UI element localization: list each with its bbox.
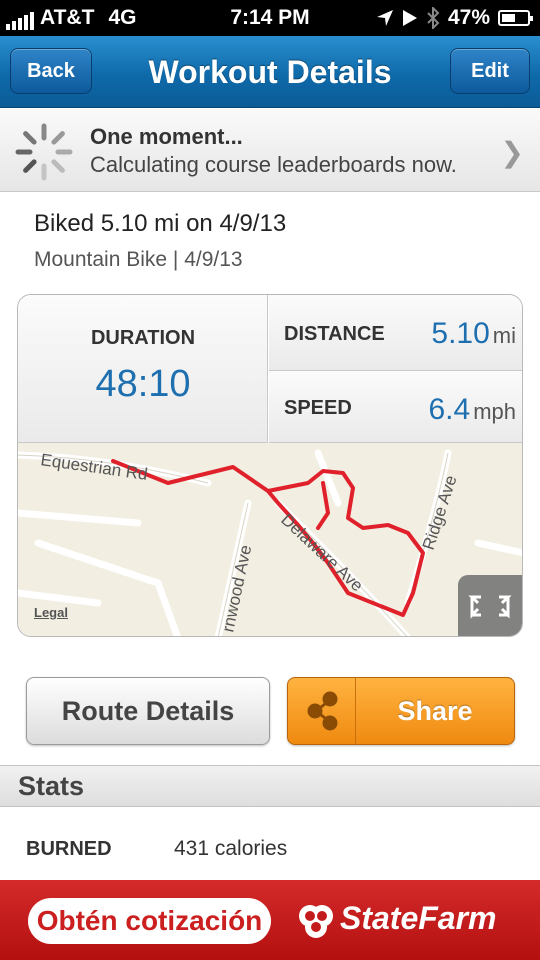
- expand-map-button[interactable]: [458, 575, 522, 636]
- leaderboard-banner[interactable]: One moment... Calculating course leaderb…: [0, 108, 540, 192]
- duration-cell: DURATION 48:10: [18, 295, 268, 443]
- workout-title: Biked 5.10 mi on 4/9/13: [34, 210, 287, 237]
- play-icon: [402, 10, 417, 26]
- expand-icon: [468, 595, 512, 619]
- status-right: 47%: [376, 6, 533, 30]
- share-icon-box: [288, 678, 356, 744]
- speed-cell: SPEED 6.4 mph: [269, 371, 522, 443]
- street-label: rnwood Ave: [218, 543, 255, 634]
- duration-label: DURATION: [90, 327, 196, 349]
- nav-bar: Back Workout Details Edit: [0, 36, 540, 108]
- street-label: Equestrian Rd: [39, 450, 148, 484]
- duration-value: 48:10: [95, 363, 191, 405]
- bluetooth-icon: [427, 7, 440, 29]
- share-label: Share: [397, 695, 473, 726]
- ad-brand: StateFarm: [340, 900, 497, 936]
- speed-value: 6.4: [428, 393, 471, 426]
- distance-unit: mi: [492, 323, 516, 348]
- workout-summary-card: DURATION 48:10 DISTANCE 5.10 mi SPEED 6.4…: [17, 294, 523, 637]
- ad-cta-button[interactable]: Obtén cotización: [28, 898, 271, 944]
- statefarm-logo-icon: [299, 905, 333, 938]
- distance-value: 5.10: [431, 317, 490, 350]
- burned-label: BURNED: [26, 838, 112, 860]
- speed-label: SPEED: [284, 397, 352, 419]
- loading-spinner-icon: [15, 123, 73, 181]
- edit-button[interactable]: Edit: [450, 48, 530, 94]
- battery-icon: [498, 10, 533, 26]
- map-legal-link[interactable]: Legal: [34, 605, 68, 620]
- battery-percent: 47%: [447, 6, 490, 29]
- banner-message: Calculating course leaderboards now.: [90, 152, 457, 177]
- workout-subtitle: Mountain Bike | 4/9/13: [34, 248, 243, 271]
- stats-heading: Stats: [18, 771, 85, 801]
- chevron-right-icon: ❯: [500, 137, 524, 168]
- share-icon: [307, 691, 338, 731]
- route-map[interactable]: Equestrian Rd rnwood Ave Delaware Ave Ri…: [18, 443, 522, 636]
- distance-cell: DISTANCE 5.10 mi: [269, 295, 522, 371]
- street-label: Ridge Ave: [419, 473, 461, 552]
- ad-banner[interactable]: Obtén cotización StateFarm: [0, 880, 540, 960]
- burned-value: 431 calories: [174, 837, 288, 860]
- status-bar: AT&T 4G 7:14 PM 47%: [0, 0, 540, 36]
- route-details-button[interactable]: Route Details: [26, 677, 270, 745]
- share-button[interactable]: Share: [287, 677, 515, 745]
- stats-section-header: Stats: [0, 765, 540, 807]
- map-canvas: Equestrian Rd rnwood Ave Delaware Ave Ri…: [18, 449, 522, 636]
- speed-unit: mph: [473, 399, 516, 424]
- banner-title: One moment...: [90, 124, 243, 149]
- location-icon: [376, 10, 393, 26]
- distance-label: DISTANCE: [284, 323, 385, 345]
